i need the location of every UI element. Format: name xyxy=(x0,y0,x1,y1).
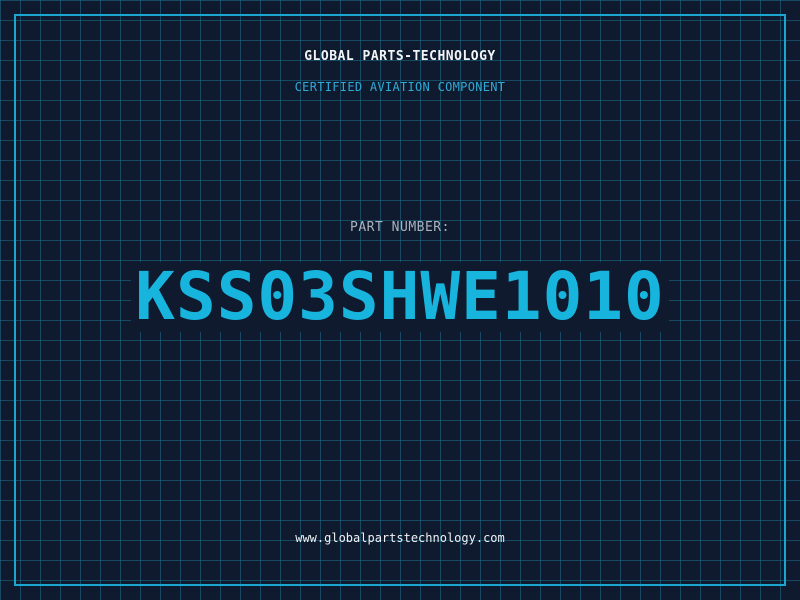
part-number-label: PART NUMBER: xyxy=(350,220,450,235)
website-url: www.globalpartstechnology.com xyxy=(295,531,505,545)
part-number-container: KSS03SHWE1010 xyxy=(0,262,800,332)
part-number-value: KSS03SHWE1010 xyxy=(131,262,669,332)
company-name: GLOBAL PARTS-TECHNOLOGY xyxy=(304,49,496,64)
certification-subtitle: CERTIFIED AVIATION COMPONENT xyxy=(294,80,506,94)
label-canvas: GLOBAL PARTS-TECHNOLOGY CERTIFIED AVIATI… xyxy=(0,0,800,600)
